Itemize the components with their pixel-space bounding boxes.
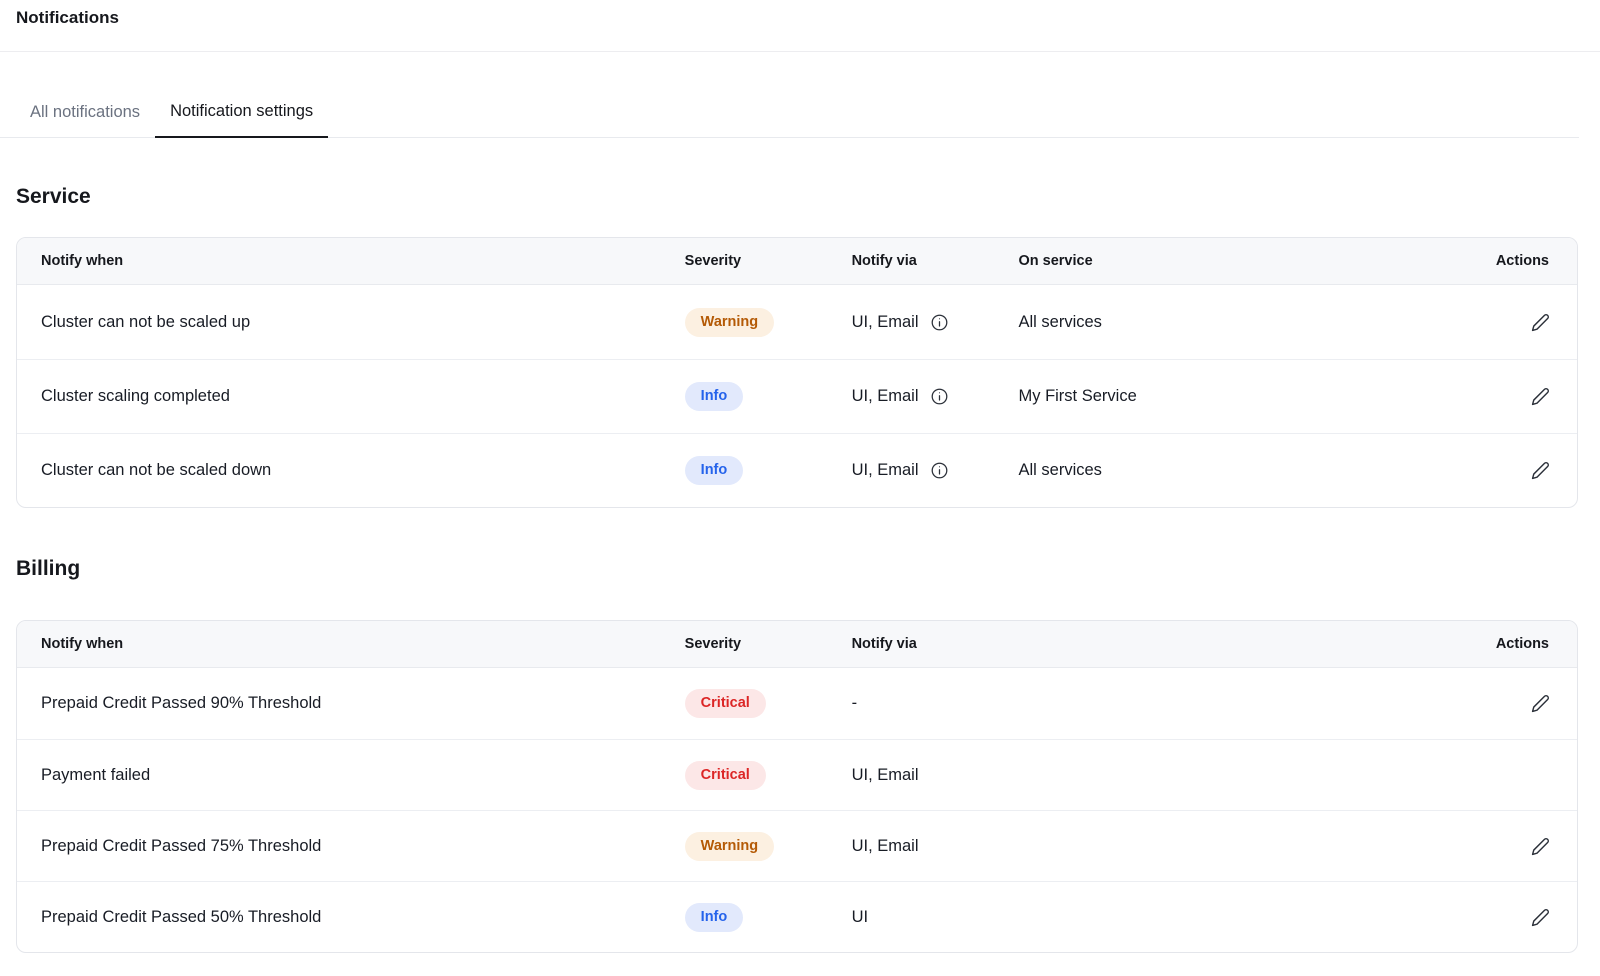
notify-via-text: -	[852, 694, 858, 713]
notification-row: Cluster can not be scaled upWarning UI, E…	[17, 285, 1577, 359]
severity-badge: Warning	[685, 308, 774, 337]
severity-cell: Info	[685, 359, 852, 433]
actions-cell	[1457, 739, 1577, 810]
actions-cell	[1457, 810, 1577, 881]
billing-section: Billing Notify whenSeverityNotify viaAct…	[0, 557, 1600, 953]
service-section: Service Notify whenSeverityNotify viaOn …	[0, 185, 1600, 508]
notify-when-cell: Prepaid Credit Passed 90% Threshold	[17, 668, 685, 739]
column-header-notify-when: Notify when	[17, 621, 685, 668]
notification-row: Payment failedCritical UI, Email	[17, 739, 1577, 810]
section-heading-billing: Billing	[16, 557, 1600, 581]
notification-row: Cluster scaling completedInfo UI, Email My…	[17, 359, 1577, 433]
severity-badge: Info	[685, 903, 744, 932]
notify-when-cell: Payment failed	[17, 739, 685, 810]
pencil-icon	[1531, 837, 1550, 856]
notify-when-cell: Cluster can not be scaled down	[17, 433, 685, 507]
column-header-on-service: On service	[1018, 238, 1457, 285]
notification-row: Cluster can not be scaled downInfo UI, Em…	[17, 433, 1577, 507]
column-header-severity: Severity	[685, 238, 852, 285]
notify-via-text: UI, Email	[852, 461, 919, 480]
column-header-actions: Actions	[1457, 238, 1577, 285]
notify-via-text: UI, Email	[852, 837, 919, 856]
severity-badge: Warning	[685, 832, 774, 861]
notify-via-text: UI	[852, 908, 869, 927]
tab-notification-settings[interactable]: Notification settings	[155, 86, 328, 138]
column-header-notify-via: Notify via	[852, 238, 1019, 285]
notify-via-cell: UI, Email	[852, 359, 1019, 433]
tabs-bar: All notifications Notification settings	[0, 86, 1579, 138]
notify-via-cell: UI, Email	[852, 285, 1019, 359]
notify-via-cell: UI	[852, 881, 1457, 952]
severity-badge: Info	[685, 456, 744, 485]
notification-row: Prepaid Credit Passed 50% ThresholdInfo U…	[17, 881, 1577, 952]
tab-all-notifications[interactable]: All notifications	[15, 86, 155, 138]
notify-via-cell: UI, Email	[852, 433, 1019, 507]
info-icon[interactable]	[930, 387, 949, 406]
page-header: Notifications	[0, 0, 1600, 52]
notify-via-cell: UI, Email	[852, 810, 1457, 881]
info-circle-icon	[930, 387, 949, 406]
actions-cell	[1457, 433, 1577, 507]
column-header-severity: Severity	[685, 621, 852, 668]
billing-table: Notify whenSeverityNotify viaActionsPrep…	[16, 620, 1578, 953]
actions-cell	[1457, 881, 1577, 952]
on-service-cell: All services	[1018, 433, 1457, 507]
actions-cell	[1457, 359, 1577, 433]
severity-cell: Warning	[685, 810, 852, 881]
severity-badge: Info	[685, 382, 744, 411]
severity-cell: Critical	[685, 668, 852, 739]
on-service-cell: My First Service	[1018, 359, 1457, 433]
info-circle-icon	[930, 461, 949, 480]
header-row: Notify whenSeverityNotify viaOn serviceA…	[17, 238, 1577, 285]
pencil-icon	[1531, 313, 1550, 332]
column-header-actions: Actions	[1457, 621, 1577, 668]
on-service-cell: All services	[1018, 285, 1457, 359]
severity-badge: Critical	[685, 689, 766, 718]
edit-button[interactable]	[1525, 831, 1555, 861]
notify-via-cell: UI, Email	[852, 739, 1457, 810]
severity-cell: Info	[685, 433, 852, 507]
severity-cell: Info	[685, 881, 852, 952]
notify-when-cell: Prepaid Credit Passed 50% Threshold	[17, 881, 685, 952]
info-icon[interactable]	[930, 313, 949, 332]
edit-button[interactable]	[1525, 382, 1555, 412]
edit-button[interactable]	[1525, 307, 1555, 337]
info-icon[interactable]	[930, 461, 949, 480]
notify-via-text: UI, Email	[852, 387, 919, 406]
column-header-notify-when: Notify when	[17, 238, 685, 285]
notify-when-cell: Prepaid Credit Passed 75% Threshold	[17, 810, 685, 881]
column-header-notify-via: Notify via	[852, 621, 1457, 668]
section-heading-service: Service	[16, 185, 1600, 209]
notify-when-cell: Cluster can not be scaled up	[17, 285, 685, 359]
edit-button[interactable]	[1525, 689, 1555, 719]
notify-when-cell: Cluster scaling completed	[17, 359, 685, 433]
info-circle-icon	[930, 313, 949, 332]
notify-via-text: UI, Email	[852, 313, 919, 332]
edit-button[interactable]	[1525, 456, 1555, 486]
actions-cell	[1457, 285, 1577, 359]
notification-row: Prepaid Credit Passed 75% ThresholdWarni…	[17, 810, 1577, 881]
notify-via-text: UI, Email	[852, 766, 919, 785]
pencil-icon	[1531, 694, 1550, 713]
pencil-icon	[1531, 908, 1550, 927]
service-table: Notify whenSeverityNotify viaOn serviceA…	[16, 237, 1578, 508]
notification-row: Prepaid Credit Passed 90% ThresholdCriti…	[17, 668, 1577, 739]
notify-via-cell: -	[852, 668, 1457, 739]
header-row: Notify whenSeverityNotify viaActions	[17, 621, 1577, 668]
pencil-icon	[1531, 461, 1550, 480]
edit-button[interactable]	[1525, 902, 1555, 932]
page-title: Notifications	[16, 7, 1584, 29]
severity-cell: Critical	[685, 739, 852, 810]
pencil-icon	[1531, 387, 1550, 406]
severity-badge: Critical	[685, 761, 766, 790]
actions-cell	[1457, 668, 1577, 739]
severity-cell: Warning	[685, 285, 852, 359]
